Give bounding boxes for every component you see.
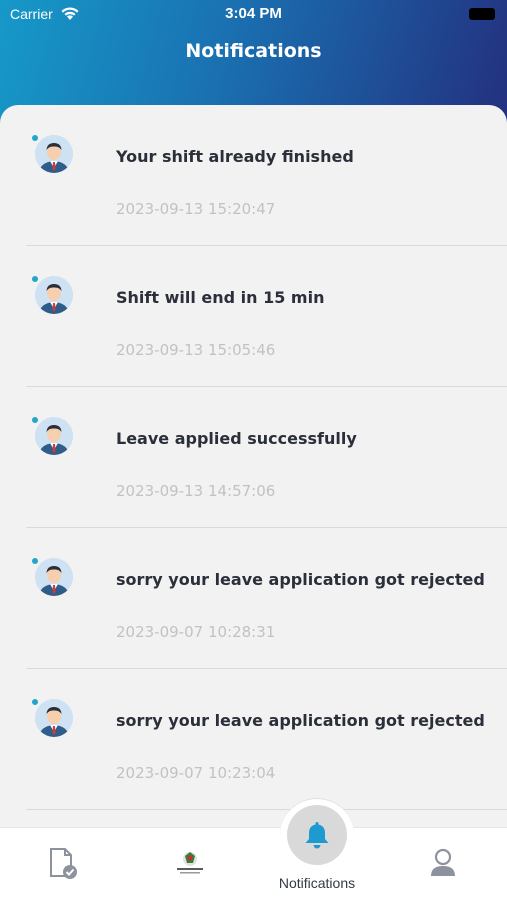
- avatar: [35, 558, 73, 596]
- notification-title: Leave applied successfully: [116, 429, 357, 448]
- avatar: [35, 699, 73, 737]
- user-avatar-icon: [35, 276, 73, 314]
- unread-dot: [32, 417, 38, 423]
- tab-notifications[interactable]: [287, 805, 347, 865]
- tab-attendance[interactable]: [45, 846, 79, 880]
- notification-item[interactable]: sorry your leave application got rejecte…: [26, 528, 507, 669]
- home-logo: [177, 852, 203, 874]
- attendance-icon: [50, 848, 77, 879]
- unread-dot: [32, 699, 38, 705]
- notification-time: 2023-09-13 14:57:06: [116, 482, 276, 500]
- battery-icon: [469, 8, 495, 20]
- notification-title: Your shift already finished: [116, 147, 354, 166]
- notification-item[interactable]: Leave applied successfully 2023-09-13 14…: [26, 387, 507, 528]
- unread-dot: [32, 558, 38, 564]
- notification-time: 2023-09-07 10:23:04: [116, 764, 276, 782]
- unread-dot: [32, 276, 38, 282]
- user-avatar-icon: [35, 558, 73, 596]
- notification-item[interactable]: Your shift already finished 2023-09-13 1…: [26, 105, 507, 246]
- page-title: Notifications: [185, 40, 322, 62]
- tab-notifications-label[interactable]: Notifications: [252, 875, 382, 891]
- avatar: [35, 417, 73, 455]
- user-avatar-icon: [35, 135, 73, 173]
- notification-item[interactable]: Shift will end in 15 min 2023-09-13 15:0…: [26, 246, 507, 387]
- user-avatar-icon: [35, 699, 73, 737]
- notification-time: 2023-09-13 15:05:46: [116, 341, 276, 359]
- status-bar: Carrier 3:04 PM: [0, 0, 507, 28]
- notification-time: 2023-09-13 15:20:47: [116, 200, 276, 218]
- bell-icon: [305, 822, 329, 849]
- tab-home[interactable]: [173, 846, 207, 880]
- notification-title: sorry your leave application got rejecte…: [116, 711, 485, 730]
- profile-icon: [431, 848, 455, 876]
- tab-profile[interactable]: [426, 846, 460, 880]
- notification-item[interactable]: sorry your leave application got rejecte…: [26, 669, 507, 810]
- notification-title: sorry your leave application got rejecte…: [116, 570, 485, 589]
- notification-time: 2023-09-07 10:28:31: [116, 623, 276, 641]
- avatar: [35, 135, 73, 173]
- notification-title: Shift will end in 15 min: [116, 288, 325, 307]
- notification-list[interactable]: Your shift already finished 2023-09-13 1…: [0, 105, 507, 827]
- avatar: [35, 276, 73, 314]
- unread-dot: [32, 135, 38, 141]
- status-time: 3:04 PM: [225, 5, 282, 22]
- user-avatar-icon: [35, 417, 73, 455]
